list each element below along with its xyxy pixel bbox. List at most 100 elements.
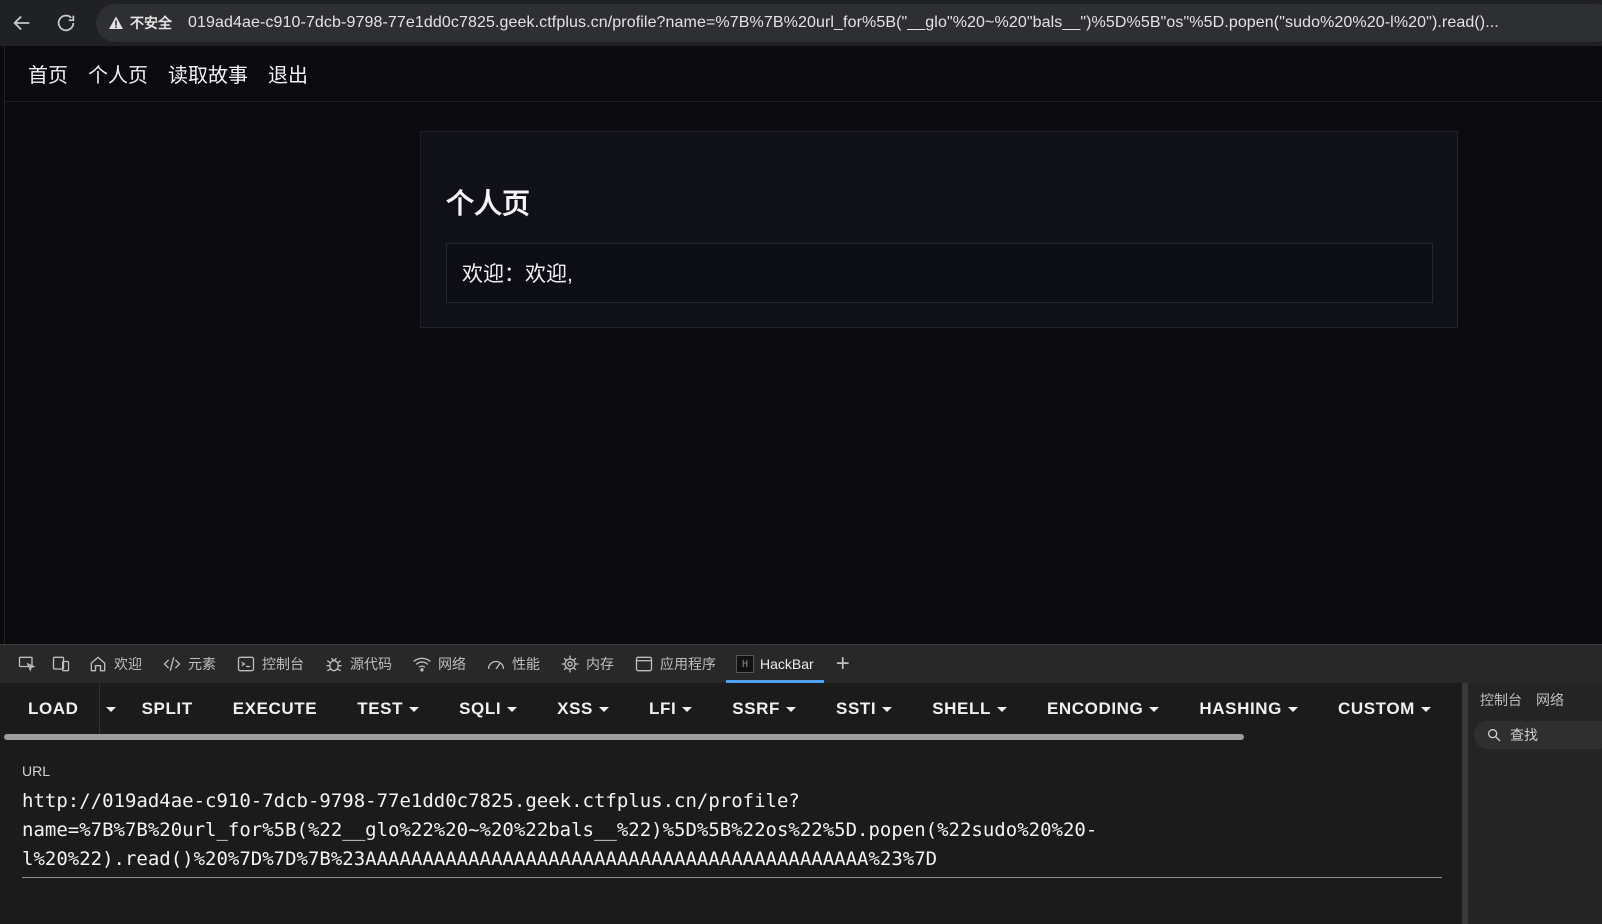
- tab-label: 源代码: [350, 656, 392, 672]
- encoding-menu[interactable]: ENCODING: [1027, 683, 1179, 735]
- shell-menu[interactable]: SHELL: [912, 683, 1027, 735]
- nav-link-home[interactable]: 首页: [28, 59, 68, 88]
- button-label: LFI: [649, 699, 677, 718]
- tab-welcome[interactable]: 欢迎: [78, 645, 152, 683]
- address-text[interactable]: 019ad4ae-c910-7dcb-9798-77e1dd0c7825.gee…: [188, 14, 1499, 32]
- caret-down-icon: [882, 706, 893, 712]
- browser-toolbar: 不安全 019ad4ae-c910-7dcb-9798-77e1dd0c7825…: [0, 0, 1602, 46]
- inspect-button[interactable]: [10, 645, 44, 683]
- search-placeholder: 查找: [1510, 727, 1538, 743]
- back-button[interactable]: [0, 0, 44, 46]
- insecure-label: 不安全: [130, 15, 172, 31]
- side-tab-network[interactable]: 网络: [1536, 690, 1564, 710]
- page-viewport: 首页 个人页 读取故事 退出 个人页 欢迎：欢迎,: [4, 46, 1602, 644]
- reload-icon: [57, 14, 75, 32]
- inspect-icon: [18, 656, 36, 672]
- tab-label: HackBar: [760, 656, 814, 672]
- button-label: SSTI: [836, 699, 877, 718]
- caret-down-icon: [1420, 706, 1431, 712]
- button-label: TEST: [357, 699, 404, 718]
- site-navbar: 首页 个人页 读取故事 退出: [5, 46, 1602, 102]
- caret-down-icon: [507, 706, 518, 712]
- tab-performance[interactable]: 性能: [476, 645, 550, 683]
- tab-label: 元素: [188, 656, 216, 672]
- home-icon: [90, 656, 106, 672]
- button-label: SHELL: [932, 699, 991, 718]
- warning-icon: [108, 15, 124, 31]
- hackbar-toolbar: LOAD SPLIT EXECUTE TEST SQLI XSS LFI SSR…: [0, 683, 1462, 735]
- toolbar-scrollbar[interactable]: [4, 734, 1244, 740]
- nav-link-logout[interactable]: 退出: [268, 59, 308, 88]
- hackbar-panel: LOAD SPLIT EXECUTE TEST SQLI XSS LFI SSR…: [0, 683, 1462, 924]
- side-search-input[interactable]: 查找: [1474, 721, 1602, 749]
- caret-down-icon: [682, 706, 693, 712]
- gauge-icon: [487, 660, 505, 670]
- button-label: SSRF: [732, 699, 781, 718]
- sqli-menu[interactable]: SQLI: [439, 683, 537, 735]
- tab-label: 性能: [512, 656, 540, 672]
- code-icon: [163, 657, 181, 671]
- devtools-side-panel: 控制台 网络 查找: [1462, 683, 1602, 924]
- console-icon: [237, 656, 255, 672]
- tab-application[interactable]: 应用程序: [624, 645, 726, 683]
- caret-down-icon: [996, 706, 1007, 712]
- side-tabbar: 控制台 网络: [1468, 683, 1602, 717]
- split-button[interactable]: SPLIT: [122, 683, 213, 735]
- load-dropdown-button[interactable]: [98, 683, 122, 735]
- search-icon: [1488, 729, 1501, 742]
- caret-down-icon: [409, 706, 420, 712]
- tab-network[interactable]: 网络: [402, 645, 476, 683]
- devtools-tabbar: 欢迎 元素 控制台 源代码 网络 性能 内存 应用程序 H HackBar +: [0, 645, 1602, 683]
- tab-label: 控制台: [262, 656, 304, 672]
- page-title: 个人页: [446, 188, 531, 219]
- tab-label: 应用程序: [660, 656, 716, 672]
- reload-button[interactable]: [44, 0, 88, 46]
- ssti-menu[interactable]: SSTI: [816, 683, 912, 735]
- arrow-left-icon: [13, 15, 30, 31]
- button-label: ENCODING: [1046, 699, 1144, 718]
- devtools-panel: 欢迎 元素 控制台 源代码 网络 性能 内存 应用程序 H HackBar + …: [0, 644, 1602, 924]
- hackbar-logo-icon: H: [736, 655, 754, 673]
- xss-menu[interactable]: XSS: [537, 683, 629, 735]
- button-label: CUSTOM: [1337, 699, 1415, 718]
- tab-elements[interactable]: 元素: [152, 645, 226, 683]
- lfi-menu[interactable]: LFI: [629, 683, 712, 735]
- nav-link-read-story[interactable]: 读取故事: [168, 59, 248, 88]
- button-label: SQLI: [459, 699, 502, 718]
- bug-icon: [326, 657, 342, 672]
- custom-menu[interactable]: CUSTOM: [1318, 683, 1451, 735]
- wifi-icon: [413, 657, 431, 672]
- nav-link-profile[interactable]: 个人页: [88, 59, 148, 88]
- chip-icon: [561, 655, 579, 673]
- hashing-menu[interactable]: HASHING: [1179, 683, 1318, 735]
- welcome-message: 欢迎：欢迎,: [446, 243, 1433, 303]
- profile-card: 个人页 欢迎：欢迎,: [420, 131, 1458, 328]
- url-textarea[interactable]: http://019ad4ae-c910-7dcb-9798-77e1dd0c7…: [22, 787, 1442, 874]
- side-tab-console[interactable]: 控制台: [1480, 690, 1522, 710]
- button-label: EXECUTE: [232, 699, 318, 718]
- tab-sources[interactable]: 源代码: [314, 645, 402, 683]
- address-bar[interactable]: 不安全 019ad4ae-c910-7dcb-9798-77e1dd0c7825…: [96, 4, 1602, 42]
- caret-down-icon: [599, 706, 609, 712]
- device-toolbar-button[interactable]: [44, 645, 78, 683]
- caret-down-icon: [105, 706, 116, 712]
- tab-memory[interactable]: 内存: [550, 645, 624, 683]
- button-label: SPLIT: [141, 699, 193, 718]
- execute-button[interactable]: EXECUTE: [213, 683, 338, 735]
- url-field-underline: [22, 877, 1442, 878]
- load-button[interactable]: LOAD: [8, 683, 99, 735]
- button-label: XSS: [557, 699, 593, 718]
- add-tab-icon[interactable]: +: [824, 650, 862, 678]
- tab-label: 欢迎: [114, 656, 142, 672]
- ssrf-menu[interactable]: SSRF: [712, 683, 816, 735]
- window-icon: [635, 656, 653, 672]
- caret-down-icon: [1287, 706, 1298, 712]
- tab-hackbar[interactable]: H HackBar: [726, 645, 824, 683]
- url-label: URL: [22, 763, 51, 779]
- tab-console[interactable]: 控制台: [226, 645, 314, 683]
- tab-label: 内存: [586, 656, 614, 672]
- caret-down-icon: [786, 706, 797, 712]
- button-label: HASHING: [1199, 699, 1282, 718]
- tab-label: 网络: [438, 656, 466, 672]
- test-menu[interactable]: TEST: [337, 683, 439, 735]
